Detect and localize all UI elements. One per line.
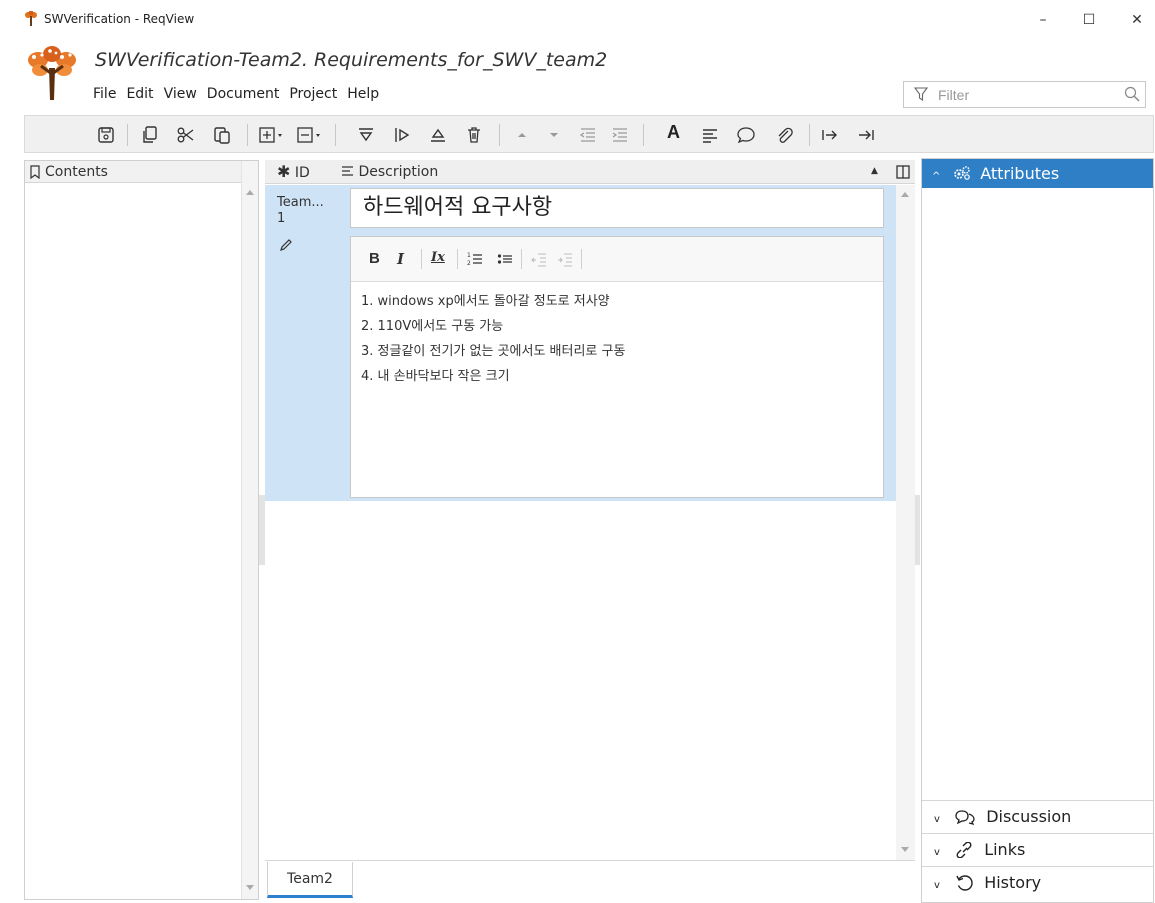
- svg-text:1: 1: [467, 252, 471, 259]
- discussion-icon: [955, 810, 975, 825]
- save-icon[interactable]: [95, 124, 117, 146]
- insert-child-icon[interactable]: [391, 124, 413, 146]
- contents-title: Contents: [45, 164, 108, 180]
- filter-funnel-icon: [914, 87, 928, 102]
- right-panel: ^ Attributes v Discussion v Links v Hist…: [921, 158, 1154, 903]
- reqview-logo-icon: [28, 46, 76, 100]
- document-title: SWVerification-Team2. Requirements_for_S…: [95, 49, 608, 71]
- bulleted-list-icon[interactable]: [497, 250, 513, 268]
- sort-ascending-icon[interactable]: ▲: [871, 166, 878, 176]
- menu-help[interactable]: Help: [347, 84, 389, 104]
- link-icon: [956, 841, 972, 859]
- document-panel: ✱ ID Description ▲ Team... 1 하드웨어적 요구사항 …: [265, 160, 915, 900]
- scroll-up-icon[interactable]: [901, 191, 909, 197]
- title-bar: SWVerification - ReqView – ☐ ✕: [0, 0, 1155, 40]
- contents-header: Contents: [25, 161, 241, 183]
- gears-icon: [954, 166, 970, 180]
- move-up-icon[interactable]: [511, 124, 533, 146]
- bold-button[interactable]: B: [369, 250, 380, 270]
- description-line: 2. 110V에서도 구동 가능: [361, 319, 504, 334]
- tab-team2[interactable]: Team2: [267, 862, 353, 898]
- delete-icon[interactable]: [463, 124, 485, 146]
- copy-icon[interactable]: [139, 124, 161, 146]
- pencil-icon[interactable]: [278, 237, 294, 253]
- link-to-icon[interactable]: [855, 124, 877, 146]
- indent-icon[interactable]: [609, 124, 631, 146]
- clear-format-button[interactable]: Ix: [431, 250, 445, 270]
- insert-below-icon[interactable]: [355, 124, 377, 146]
- description-lines-icon: [342, 166, 353, 176]
- scroll-down-icon[interactable]: [901, 847, 909, 853]
- close-button[interactable]: ✕: [1121, 8, 1153, 32]
- document-scrollbar[interactable]: [896, 185, 915, 860]
- menu-edit[interactable]: Edit: [126, 84, 163, 104]
- numbered-list-icon[interactable]: 12: [467, 250, 483, 268]
- comment-icon[interactable]: [735, 124, 757, 146]
- column-layout-icon[interactable]: [895, 164, 911, 180]
- insert-dropdown-icon[interactable]: [257, 124, 287, 146]
- document-tab-divider: [265, 860, 915, 861]
- maximize-button[interactable]: ☐: [1073, 8, 1105, 32]
- editor-toolbar: B I Ix 12: [351, 237, 883, 282]
- row-id: Team... 1: [277, 195, 324, 226]
- window-title: SWVerification - ReqView: [44, 12, 195, 26]
- description-line: 3. 정글같이 전기가 없는 곳에서도 배터리로 구동: [361, 344, 626, 359]
- text-style-button[interactable]: A: [667, 122, 680, 143]
- italic-button[interactable]: I: [397, 250, 404, 270]
- contents-panel: Contents: [24, 160, 259, 900]
- decrease-indent-icon[interactable]: [531, 250, 547, 268]
- chevron-up-icon: ^: [932, 171, 941, 182]
- menu-bar: File Edit View Document Project Help: [93, 84, 389, 104]
- heading-input[interactable]: 하드웨어적 요구사항: [350, 188, 884, 228]
- remove-dropdown-icon[interactable]: [295, 124, 325, 146]
- column-description[interactable]: Description: [341, 160, 438, 184]
- filter-input[interactable]: [938, 85, 1108, 105]
- menu-view[interactable]: View: [164, 84, 207, 104]
- insert-above-icon[interactable]: [427, 124, 449, 146]
- paste-icon[interactable]: [211, 124, 233, 146]
- increase-indent-icon[interactable]: [557, 250, 573, 268]
- scroll-up-icon[interactable]: [246, 189, 254, 195]
- menu-file[interactable]: File: [93, 84, 126, 104]
- svg-text:2: 2: [467, 260, 471, 267]
- table-row[interactable]: Team... 1 하드웨어적 요구사항 B I Ix 12 1. window…: [265, 185, 896, 501]
- column-id[interactable]: ✱ ID: [277, 160, 310, 185]
- outdent-icon[interactable]: [577, 124, 599, 146]
- chevron-down-icon: v: [934, 847, 940, 858]
- links-section[interactable]: v Links: [922, 833, 1153, 865]
- discussion-section[interactable]: v Discussion: [922, 800, 1153, 832]
- editor-body[interactable]: 1. windows xp에서도 돌아갈 정도로 저사양 2. 110V에서도 …: [361, 289, 871, 389]
- minimize-button[interactable]: –: [1027, 8, 1059, 32]
- align-text-icon[interactable]: [699, 124, 721, 146]
- search-icon[interactable]: [1124, 86, 1140, 102]
- description-line: 4. 내 손바닥보다 작은 크기: [361, 369, 510, 384]
- scroll-down-icon[interactable]: [246, 885, 254, 891]
- contents-scrollbar[interactable]: [241, 161, 258, 899]
- menu-project[interactable]: Project: [289, 84, 347, 104]
- menu-document[interactable]: Document: [207, 84, 290, 104]
- move-down-icon[interactable]: [543, 124, 565, 146]
- history-section[interactable]: v History: [922, 866, 1153, 898]
- history-icon: [956, 875, 973, 891]
- table-header: ✱ ID Description ▲: [265, 160, 915, 184]
- asterisk-icon: ✱: [277, 162, 291, 181]
- link-from-icon[interactable]: [819, 124, 841, 146]
- description-editor[interactable]: B I Ix 12 1. windows xp에서도 돌아갈 정도로 저사양 2…: [350, 236, 884, 498]
- app-icon: [25, 11, 37, 26]
- attachment-icon[interactable]: [773, 124, 795, 146]
- main-toolbar: A: [24, 115, 1154, 153]
- attributes-header[interactable]: ^ Attributes: [922, 159, 1153, 188]
- filter-box: [903, 81, 1146, 108]
- description-line: 1. windows xp에서도 돌아갈 정도로 저사양: [361, 294, 610, 309]
- cut-icon[interactable]: [175, 124, 197, 146]
- bookmark-icon: [30, 165, 40, 179]
- chevron-down-icon: v: [934, 814, 940, 825]
- chevron-down-icon: v: [934, 880, 940, 891]
